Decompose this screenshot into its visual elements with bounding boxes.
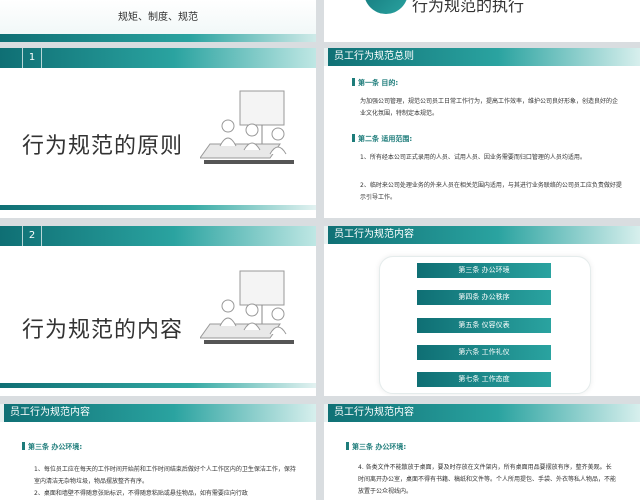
header-bar: 员工行为规范内容 — [324, 226, 640, 244]
header-mark — [324, 404, 328, 422]
clause-heading: 第三条 办公环境: — [346, 442, 406, 452]
header-bar: 员工行为规范内容 — [324, 404, 640, 422]
clause-text: 4. 各类文件不能散放于桌面，要及时存放在文件架内，所有桌面用品要摆放有序，整齐… — [358, 464, 617, 495]
slide-subtitle: 规矩、制度、规范 — [118, 12, 198, 23]
menu-item[interactable]: 第五条 仪容仪表 — [417, 318, 551, 333]
slide-title: 行为规范的执行 — [412, 0, 525, 15]
slide-6-thumbnail[interactable]: 员工行为规范内容 第三条 办公环境 第四条 办公秩序 第五条 仪容仪表 第六条 … — [324, 226, 640, 396]
clause-text: 2、桌面和墙壁不得随意张贴标识，不得随意粘贴或悬挂物品，如有需要应向行政 — [34, 490, 248, 497]
clause-text: 1、每位员工应在每天的工作时间开始前和工作时间结束后做好个人工作区内的卫生保洁工… — [34, 466, 296, 485]
section-title: 行为规范的内容 — [22, 318, 184, 343]
slide-3-thumbnail[interactable]: 1 行为规范的原则 — [0, 48, 316, 218]
clause-heading: 第二条 适用范围: — [352, 134, 412, 144]
meeting-figures-illustration — [200, 270, 294, 344]
section-title: 行为规范的原则 — [22, 134, 184, 159]
slide-4-thumbnail[interactable]: 员工行为规范总则 第一条 目的: 为加强公司管理，规范公司员工日常工作行为，提高… — [324, 48, 640, 218]
slide-header-title: 员工行为规范总则 — [334, 51, 414, 62]
title-bar — [0, 226, 316, 246]
slide-header-title: 员工行为规范内容 — [10, 407, 90, 418]
header-mark — [324, 226, 328, 244]
slide-1-thumbnail[interactable]: 规矩、制度、规范 — [0, 0, 316, 42]
section-number: 1 — [22, 48, 42, 68]
menu-item[interactable]: 第三条 办公环境 — [417, 263, 551, 278]
title-bar — [0, 48, 316, 68]
clause-text: 为加强公司管理，规范公司员工日常工作行为，提高工作效率，维护公司良好形象，创造良… — [360, 98, 619, 117]
slide-5-thumbnail[interactable]: 2 行为规范的内容 — [0, 226, 316, 396]
section-number: 2 — [22, 226, 42, 246]
slide-header-title: 员工行为规范内容 — [334, 229, 414, 240]
header-bar: 员工行为规范内容 — [0, 404, 316, 422]
clause-text: 2、临时来公司处理业务的外来人员在相关范围内适用，与其进行业务联络的公司员工应负… — [360, 182, 622, 201]
slide-2-thumbnail[interactable]: 行为规范的执行 — [324, 0, 640, 42]
bottom-accent-bar — [0, 383, 316, 388]
meeting-figures-illustration — [200, 90, 294, 164]
menu-item[interactable]: 第四条 办公秩序 — [417, 290, 551, 305]
header-mark — [324, 48, 328, 66]
bottom-accent-bar — [0, 205, 316, 210]
header-bar: 员工行为规范总则 — [324, 48, 640, 66]
menu-item[interactable]: 第六条 工作礼仪 — [417, 345, 551, 360]
slide-8-thumbnail[interactable]: 员工行为规范内容 第三条 办公环境: 4. 各类文件不能散放于桌面，要及时存放在… — [324, 404, 640, 500]
slide-7-thumbnail[interactable]: 员工行为规范内容 第三条 办公环境: 1、每位员工应在每天的工作时间开始前和工作… — [0, 404, 316, 500]
header-mark — [0, 404, 4, 422]
clause-text: 1、所有经本公司正式录用的人员、试用人员、因业务需要而归口管理的人员均适用。 — [360, 154, 586, 161]
slide-header-title: 员工行为规范内容 — [334, 407, 414, 418]
accent-bar — [0, 34, 316, 42]
menu-item[interactable]: 第七条 工作态度 — [417, 372, 551, 387]
circle-decoration — [364, 0, 408, 14]
clause-heading: 第三条 办公环境: — [22, 442, 82, 452]
clause-heading: 第一条 目的: — [352, 78, 398, 88]
